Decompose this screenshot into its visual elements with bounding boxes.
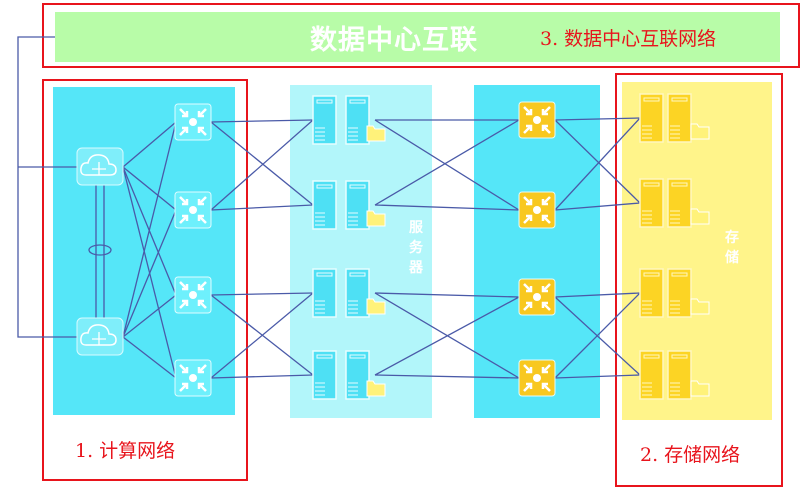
- banner-title: 数据中心互联: [310, 25, 478, 56]
- switch-core: [189, 206, 197, 214]
- storage-icon: [667, 350, 692, 400]
- storage-panel-label: 存储: [725, 230, 739, 266]
- server-icon: [312, 268, 337, 318]
- network-diagram: [17, 3, 800, 487]
- switch-core: [533, 206, 541, 214]
- cloud-router-icon: [76, 317, 124, 356]
- switch-core: [189, 291, 197, 299]
- storage-network-label: 2. 存储网络: [640, 444, 741, 466]
- compute-network-label: 1. 计算网络: [75, 440, 176, 462]
- cloud-router-body: [76, 317, 124, 356]
- switch-core: [533, 116, 541, 124]
- storage-icon: [667, 93, 692, 143]
- switch-core: [189, 118, 197, 126]
- cloud-router-icon: [76, 147, 124, 186]
- aggregation-switch-icon: [518, 359, 556, 397]
- storage-icon: [639, 178, 664, 228]
- cloud-router-body: [76, 147, 124, 186]
- storage-icon: [639, 350, 664, 400]
- storage-icon: [639, 93, 664, 143]
- server-icon: [345, 350, 370, 400]
- switch-core: [533, 293, 541, 301]
- core-switch-icon: [174, 276, 212, 314]
- aggregation-switch-icon: [518, 191, 556, 229]
- dci-network-label: 3. 数据中心互联网络: [540, 28, 717, 50]
- servers-panel-label: 服务器: [409, 220, 423, 276]
- server-icon: [312, 350, 337, 400]
- server-icon: [312, 95, 337, 145]
- storage-icon: [667, 178, 692, 228]
- core-switch-icon: [174, 103, 212, 141]
- switch-core: [189, 374, 197, 382]
- storage-icon: [667, 268, 692, 318]
- aggregation-switch-icon: [518, 101, 556, 139]
- server-icon: [345, 268, 370, 318]
- core-switch-icon: [174, 359, 212, 397]
- aggregation-switch-icon: [518, 278, 556, 316]
- storage-icon: [639, 268, 664, 318]
- server-icon: [312, 180, 337, 230]
- core-switch-icon: [174, 191, 212, 229]
- server-icon: [345, 95, 370, 145]
- switch-core: [533, 374, 541, 382]
- diagram: 数据中心互联 3. 数据中心互联网络 1. 计算网络 2. 存储网络 服务器 存…: [0, 0, 802, 502]
- server-icon: [345, 180, 370, 230]
